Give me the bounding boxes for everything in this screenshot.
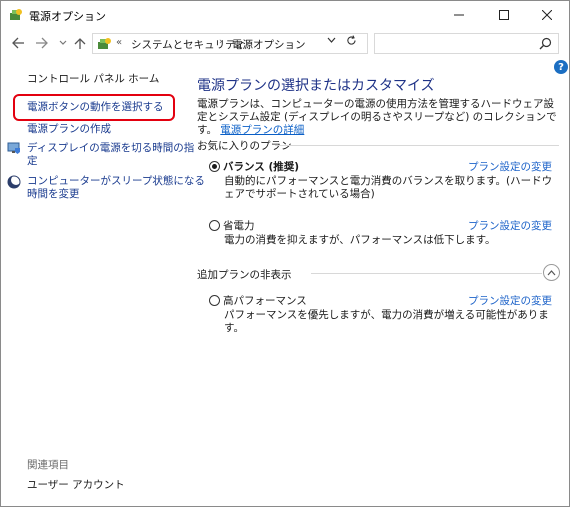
recent-locations-button[interactable] (54, 34, 72, 52)
title-bar: 電源オプション (1, 1, 569, 29)
close-button[interactable] (525, 1, 569, 29)
chevron-down-icon (59, 40, 67, 45)
address-dropdown-button[interactable] (327, 36, 336, 47)
power-options-icon (10, 9, 22, 20)
chevron-down-icon (327, 37, 336, 43)
plan-power-saver-settings-link[interactable]: プラン設定の変更 (468, 218, 552, 233)
breadcrumb-separator[interactable]: › (219, 37, 223, 47)
moon-shield-icon (7, 175, 21, 189)
additional-plans-divider (311, 273, 542, 274)
refresh-button[interactable] (346, 35, 357, 49)
refresh-icon (347, 35, 356, 45)
back-arrow-icon (11, 37, 24, 49)
up-arrow-icon (74, 37, 86, 49)
breadcrumb-power-options[interactable]: 電源オプション (232, 37, 306, 52)
address-bar[interactable]: « システムとセキュリティ › 電源オプション (92, 33, 368, 54)
control-panel-icon (98, 38, 111, 49)
additional-plans-heading[interactable]: 追加プランの非表示 (197, 267, 292, 282)
plan-power-saver-description: 電力の消費を抑えますが、パフォーマンスは低下します。 (224, 234, 496, 246)
minimize-icon (454, 14, 464, 16)
breadcrumb-overflow[interactable]: « (116, 37, 122, 48)
power-plan-details-link[interactable]: 電源プランの詳細 (220, 124, 304, 136)
back-button[interactable] (9, 34, 27, 52)
display-shield-icon (7, 142, 20, 154)
forward-arrow-icon (35, 37, 48, 49)
plan-balanced-radio[interactable] (209, 161, 220, 172)
user-accounts-link[interactable]: ユーザー アカウント (27, 477, 125, 492)
sidebar-item-choose-power-button[interactable]: 電源ボタンの動作を選択する (27, 101, 164, 114)
plan-high-performance-radio[interactable] (209, 295, 220, 306)
navigation-bar: « システムとセキュリティ › 電源オプション (1, 31, 569, 57)
window-title: 電源オプション (29, 10, 106, 23)
plan-high-performance-settings-link[interactable]: プラン設定の変更 (468, 293, 552, 308)
close-icon (542, 10, 552, 20)
maximize-icon (499, 10, 509, 20)
maximize-button[interactable] (482, 1, 526, 29)
plan-high-performance-description: パフォーマンスを優先しますが、電力の消費が増える可能性があります。 (224, 309, 549, 334)
page-description: 電源プランは、コンピューターの電源の使用方法を管理するハードウェア設定とシステム… (197, 98, 557, 137)
plan-power-saver-name[interactable]: 省電力 (223, 218, 255, 233)
plan-power-saver-radio[interactable] (209, 220, 220, 231)
page-title: 電源プランの選択またはカスタマイズ (197, 78, 435, 94)
chevron-up-icon (547, 269, 556, 275)
forward-button[interactable] (32, 34, 50, 52)
plan-high-performance-name[interactable]: 高パフォーマンス (223, 293, 307, 308)
minimize-button[interactable] (437, 1, 481, 29)
sidebar-item-display-off-time[interactable]: ディスプレイの電源を切る時間の指 定 (27, 142, 194, 168)
plan-balanced-description: 自動的にパフォーマンスと電力消費のバランスを取ります。(ハードウェアでサポートさ… (224, 175, 553, 200)
control-panel-window: 電源オプション « システムとセキュリティ › 電源オプション ? コントロール… (0, 0, 570, 507)
favorites-divider (275, 145, 559, 146)
breadcrumb-system-security[interactable]: システムとセキュリティ (131, 37, 246, 52)
search-icon (539, 37, 552, 50)
related-heading: 関連項目 (27, 459, 69, 471)
search-input[interactable] (374, 33, 559, 54)
plan-balanced-settings-link[interactable]: プラン設定の変更 (468, 159, 552, 174)
help-icon[interactable]: ? (554, 60, 568, 74)
collapse-button[interactable] (543, 264, 560, 281)
sidebar-item-create-power-plan[interactable]: 電源プランの作成 (27, 123, 111, 136)
up-button[interactable] (71, 34, 89, 52)
plan-balanced-name[interactable]: バランス (推奨) (223, 159, 299, 174)
sidebar-item-sleep-time[interactable]: コンピューターがスリープ状態になる 時間を変更 (27, 175, 205, 201)
control-panel-home-link[interactable]: コントロール パネル ホーム (27, 71, 159, 86)
